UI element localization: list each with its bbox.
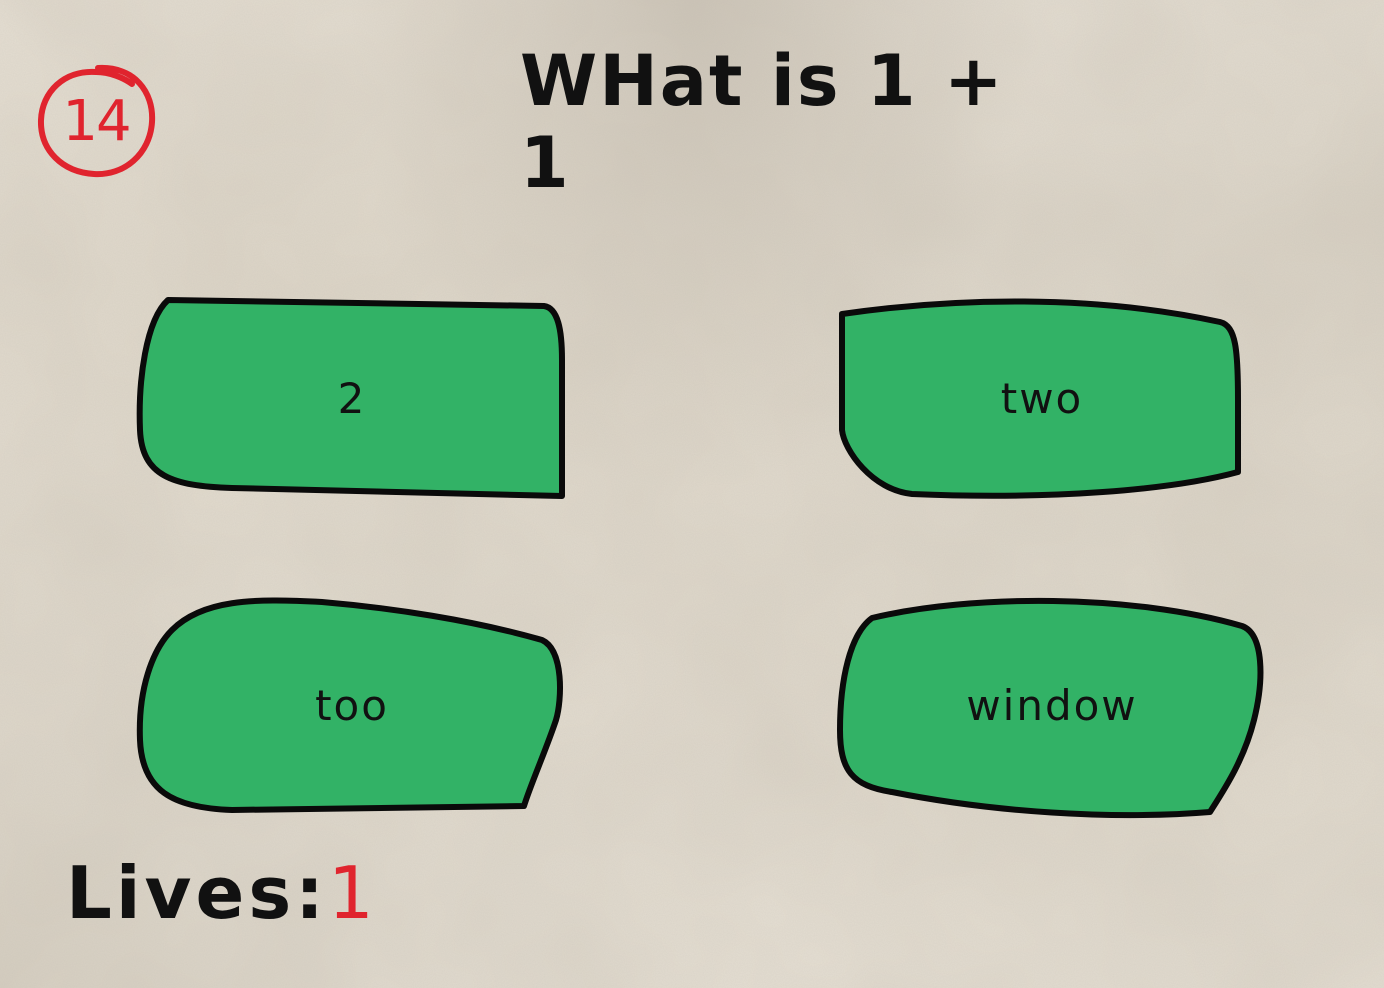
- answer-button-2[interactable]: two: [832, 290, 1252, 506]
- level-number: 14: [62, 88, 131, 154]
- lives-counter: Lives: 1: [66, 848, 378, 938]
- answer-label: too: [315, 680, 389, 730]
- answer-button-4[interactable]: window: [832, 590, 1272, 820]
- level-badge: 14: [36, 62, 156, 180]
- answer-button-3[interactable]: too: [132, 590, 572, 820]
- answer-label: window: [966, 680, 1138, 730]
- lives-label: Lives:: [66, 851, 328, 935]
- answer-label: two: [1000, 373, 1084, 423]
- answer-button-1[interactable]: 2: [132, 290, 572, 506]
- lives-count: 1: [327, 851, 378, 935]
- answer-label: 2: [337, 373, 367, 423]
- question-text: WHat is 1 + 1: [520, 40, 1005, 204]
